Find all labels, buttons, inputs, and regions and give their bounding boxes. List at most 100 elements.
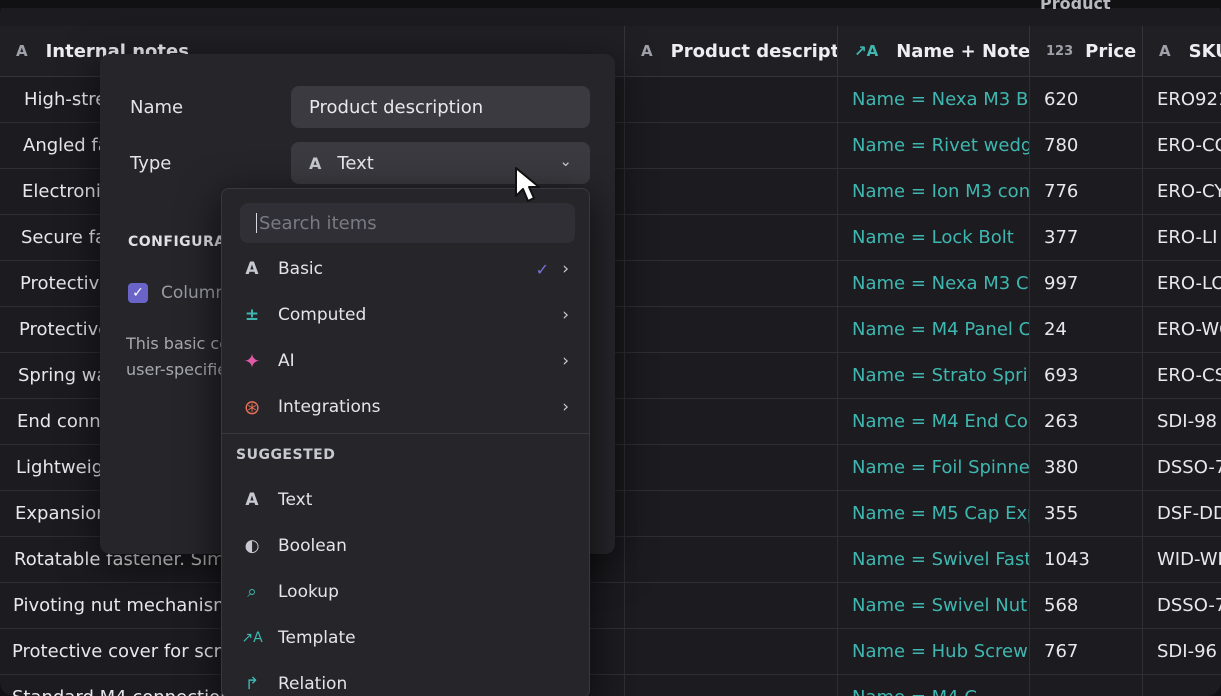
chevron-right-icon: › — [562, 305, 569, 325]
table-row[interactable]: Pivoting nut mechanism Name = Swivel Nut 5… — [0, 582, 1221, 629]
cell-name-notes[interactable]: Name = Foil Spinner — [838, 444, 1030, 490]
cell-price[interactable]: 620 — [1030, 76, 1143, 122]
menu-item-label: AI — [278, 351, 295, 371]
cell-product-description[interactable] — [625, 214, 838, 260]
cell-price[interactable]: 776 — [1030, 168, 1143, 214]
cell-product-description[interactable] — [625, 76, 838, 122]
column-name-input[interactable]: Product description — [291, 86, 590, 128]
cell-product-description[interactable] — [625, 398, 838, 444]
cell-price[interactable]: 380 — [1030, 444, 1143, 490]
menu-item-basic[interactable]: A Basic ✓ › — [222, 249, 589, 289]
menu-item-ai[interactable]: ✦ AI › — [222, 341, 589, 381]
cell-price[interactable]: 767 — [1030, 628, 1143, 674]
relation-icon: ↱ — [244, 674, 260, 694]
cell-product-description[interactable] — [625, 352, 838, 398]
cell-product-description[interactable] — [625, 628, 838, 674]
cell-sku[interactable]: SDI-98 — [1143, 398, 1221, 444]
column-header-sku[interactable]: A SKU — [1143, 26, 1221, 76]
cell-price[interactable]: 355 — [1030, 490, 1143, 536]
cell-product-description[interactable] — [625, 444, 838, 490]
menu-item-lookup[interactable]: ⌕ Lookup — [222, 572, 589, 612]
cell-sku[interactable]: ERO-LI — [1143, 214, 1221, 260]
chevron-right-icon: › — [562, 259, 569, 279]
cell-sku[interactable]: ERO-LO — [1143, 260, 1221, 306]
template-icon: ↗A — [241, 630, 263, 646]
top-strip — [0, 0, 1221, 8]
cell-sku[interactable]: DSSO-7 — [1143, 444, 1221, 490]
cell-product-description[interactable] — [625, 306, 838, 352]
menu-item-label: Template — [278, 628, 356, 648]
column-header-name-notes[interactable]: ↗A Name + Notes — [838, 26, 1030, 76]
ai-sparkle-icon: ✦ — [243, 349, 261, 373]
cell-sku[interactable]: ERO921 — [1143, 76, 1221, 122]
cell-name-notes[interactable]: Name = Ion M3 connector — [838, 168, 1030, 214]
toggle-icon: ◐ — [244, 536, 260, 556]
cell-product-description[interactable] — [625, 490, 838, 536]
cell-sku[interactable] — [1143, 674, 1221, 696]
checkmark-icon: ✓ — [535, 259, 549, 279]
cell-price[interactable]: 997 — [1030, 260, 1143, 306]
cell-product-description[interactable] — [625, 674, 838, 696]
cell-name-notes[interactable]: Name = M4 End Connector — [838, 398, 1030, 444]
cell-sku[interactable]: ERO-CS — [1143, 352, 1221, 398]
menu-item-integrations[interactable]: ⊛ Integrations › — [222, 387, 589, 427]
column-checkbox[interactable]: ✓ — [128, 283, 148, 303]
cell-price[interactable]: 263 — [1030, 398, 1143, 444]
cell-product-description[interactable] — [625, 260, 838, 306]
search-items-input[interactable]: Search items — [240, 203, 575, 243]
app-window: Product A Internal notes A Product descr… — [0, 0, 1221, 696]
menu-item-label: Text — [278, 490, 313, 510]
cell-product-description[interactable] — [625, 582, 838, 628]
template-type-icon: ↗A — [854, 42, 879, 60]
text-type-icon: A — [309, 153, 322, 173]
cell-name-notes[interactable]: Name = M5 Cap Expander — [838, 490, 1030, 536]
cell-price[interactable]: 693 — [1030, 352, 1143, 398]
cell-product-description[interactable] — [625, 536, 838, 582]
column-header-label: Product description — [670, 40, 838, 62]
column-header-label: SKU — [1188, 40, 1221, 62]
cell-price[interactable]: 1043 — [1030, 536, 1143, 582]
cell-name-notes[interactable]: Name = Swivel Fastener — [838, 536, 1030, 582]
menu-divider — [222, 433, 589, 434]
menu-item-text[interactable]: A Text — [222, 480, 589, 520]
cell-price[interactable] — [1030, 674, 1143, 696]
cell-price[interactable]: 24 — [1030, 306, 1143, 352]
cell-product-description[interactable] — [625, 122, 838, 168]
integrations-icon: ⊛ — [243, 395, 261, 419]
cell-sku[interactable]: SDI-96 — [1143, 628, 1221, 674]
cell-sku[interactable]: WID-WI — [1143, 536, 1221, 582]
cell-sku[interactable]: ERO-CY — [1143, 168, 1221, 214]
cell-price[interactable]: 568 — [1030, 582, 1143, 628]
cell-price[interactable]: 377 — [1030, 214, 1143, 260]
menu-item-label: Boolean — [278, 536, 347, 556]
cell-sku[interactable]: DSSO-7 — [1143, 582, 1221, 628]
cell-price[interactable]: 780 — [1030, 122, 1143, 168]
type-dropdown-menu: Search items A Basic ✓ › ± Computed › ✦ … — [221, 188, 590, 696]
menu-item-relation[interactable]: ↱ Relation — [222, 664, 589, 696]
cell-sku[interactable]: ERO-WO — [1143, 306, 1221, 352]
table-row[interactable]: Standard M4 connectionName = M4 C — [0, 674, 1221, 696]
cell-name-notes[interactable]: Name = Nexa M3 Bolt — [838, 76, 1030, 122]
cell-name-notes[interactable]: Name = Swivel Nut — [838, 582, 1030, 628]
column-header-product-description[interactable]: A Product description — [625, 26, 838, 76]
cell-name-notes[interactable]: Name = Hub Screw Cover — [838, 628, 1030, 674]
cell-name-notes[interactable]: Name = M4 Panel Cap — [838, 306, 1030, 352]
mouse-cursor-icon — [515, 167, 540, 202]
table-row[interactable]: Protective cover for screws Name = Hub Sc… — [0, 628, 1221, 675]
column-header-price[interactable]: 123 Price — [1030, 26, 1143, 76]
menu-item-boolean[interactable]: ◐ Boolean — [222, 526, 589, 566]
search-placeholder: Search items — [259, 212, 377, 234]
text-type-icon: A — [16, 42, 28, 60]
column-group-label: Product — [1040, 0, 1111, 13]
menu-item-computed[interactable]: ± Computed › — [222, 295, 589, 335]
cell-name-notes[interactable]: Name = Strato Spring — [838, 352, 1030, 398]
cell-product-description[interactable] — [625, 168, 838, 214]
cell-name-notes[interactable]: Name = Lock Bolt — [838, 214, 1030, 260]
cell-name-notes[interactable]: Name = M4 C — [838, 674, 1030, 696]
cell-name-notes[interactable]: Name = Rivet wedge — [838, 122, 1030, 168]
cell-sku[interactable]: ERO-CO — [1143, 122, 1221, 168]
cell-sku[interactable]: DSF-DD — [1143, 490, 1221, 536]
cell-name-notes[interactable]: Name = Nexa M3 Cap — [838, 260, 1030, 306]
lookup-icon: ⌕ — [247, 582, 257, 602]
menu-item-template[interactable]: ↗A Template — [222, 618, 589, 658]
